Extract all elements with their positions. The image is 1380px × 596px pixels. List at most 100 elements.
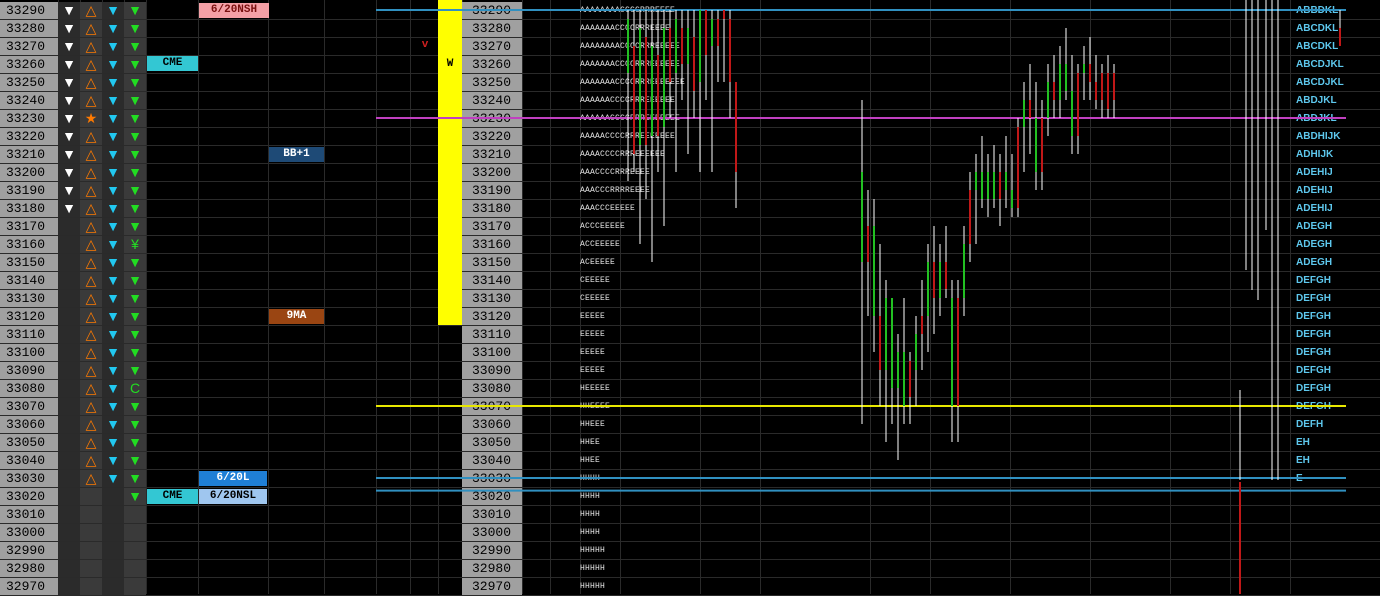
candle[interactable] — [657, 10, 659, 172]
candle[interactable] — [1083, 46, 1085, 100]
candle[interactable] — [687, 10, 689, 154]
candle-body — [945, 262, 947, 289]
candle[interactable] — [1017, 118, 1019, 217]
candle[interactable] — [1047, 64, 1049, 136]
candle[interactable] — [1041, 100, 1043, 190]
candle[interactable] — [939, 244, 941, 316]
candle[interactable] — [1071, 55, 1073, 154]
candle-body — [1107, 73, 1109, 109]
candle[interactable] — [915, 316, 917, 406]
candle[interactable] — [1059, 46, 1061, 118]
candle[interactable] — [1107, 55, 1109, 118]
candle-body — [1339, 28, 1341, 46]
candle-body — [873, 226, 875, 316]
candle[interactable] — [879, 244, 881, 406]
candle[interactable] — [975, 154, 977, 244]
candle[interactable] — [981, 136, 983, 208]
candle[interactable] — [957, 280, 959, 442]
candle[interactable] — [1053, 55, 1055, 118]
candle[interactable] — [651, 10, 653, 262]
candle[interactable] — [681, 10, 683, 100]
candle-body — [963, 244, 965, 298]
candle-body — [969, 190, 971, 244]
candle[interactable] — [921, 280, 923, 370]
candle-body — [1053, 82, 1055, 100]
candle[interactable] — [933, 226, 935, 334]
candle-body — [891, 298, 893, 388]
candle[interactable] — [1011, 154, 1013, 217]
candle[interactable] — [1005, 136, 1007, 208]
candle-body — [633, 46, 635, 154]
candle[interactable] — [867, 190, 869, 316]
candle[interactable] — [729, 10, 731, 118]
candle-body — [669, 28, 671, 82]
candle[interactable] — [699, 10, 701, 172]
candle[interactable] — [1029, 64, 1031, 154]
candle[interactable] — [963, 226, 965, 316]
candle[interactable] — [1095, 55, 1097, 109]
candle-body — [729, 19, 731, 82]
candle[interactable] — [1077, 64, 1079, 154]
candle-body — [663, 28, 665, 127]
candle-body — [987, 172, 989, 199]
candle-body — [1095, 82, 1097, 100]
candle-body — [651, 46, 653, 136]
candle[interactable] — [633, 10, 635, 172]
candle[interactable] — [969, 172, 971, 262]
candle[interactable] — [1113, 64, 1115, 118]
candle-body — [897, 352, 899, 388]
candle-body — [1101, 73, 1103, 100]
candle[interactable] — [705, 10, 707, 100]
candle-body — [657, 55, 659, 136]
candle[interactable] — [903, 298, 905, 424]
candle-body — [711, 19, 713, 46]
candle[interactable] — [1089, 37, 1091, 100]
candle[interactable] — [1101, 64, 1103, 118]
candle-body — [879, 316, 881, 370]
candle[interactable] — [897, 334, 899, 460]
candle[interactable] — [1023, 82, 1025, 172]
candle-body — [693, 37, 695, 91]
candle[interactable] — [675, 10, 677, 172]
candle[interactable] — [711, 10, 713, 172]
candle[interactable] — [645, 10, 647, 199]
candle[interactable] — [927, 244, 929, 352]
candle[interactable] — [861, 100, 863, 424]
candle[interactable] — [873, 199, 875, 352]
candle-body — [933, 262, 935, 298]
candle-body — [1083, 64, 1085, 73]
candle[interactable] — [735, 82, 737, 208]
candle[interactable] — [945, 226, 947, 298]
candle[interactable] — [663, 10, 665, 226]
candle[interactable] — [885, 280, 887, 442]
candle[interactable] — [639, 10, 641, 244]
candle[interactable] — [909, 352, 911, 424]
candle-body — [705, 10, 707, 55]
candle-body — [717, 19, 719, 46]
candle-body — [639, 28, 641, 145]
candle-body — [675, 19, 677, 73]
candle-body — [861, 172, 863, 262]
candle[interactable] — [717, 10, 719, 82]
candle[interactable] — [951, 280, 953, 442]
candle-body — [915, 334, 917, 370]
candle[interactable] — [993, 145, 995, 208]
candle-body — [1005, 172, 1007, 190]
candle[interactable] — [627, 10, 629, 181]
candle[interactable] — [693, 10, 695, 118]
candle[interactable] — [723, 10, 725, 82]
candle[interactable] — [999, 154, 1001, 226]
candle[interactable] — [1339, 10, 1341, 46]
candle-body — [1041, 118, 1043, 172]
candle-body — [975, 172, 977, 190]
candle[interactable] — [1035, 82, 1037, 190]
candle[interactable] — [987, 154, 989, 217]
candle-body — [1065, 64, 1067, 91]
candle-body — [645, 37, 647, 145]
candle-body — [1047, 82, 1049, 118]
candle-body — [999, 172, 1001, 199]
candle-body — [909, 361, 911, 397]
candle[interactable] — [669, 10, 671, 118]
candle[interactable] — [1065, 28, 1067, 100]
candle-body — [687, 28, 689, 64]
